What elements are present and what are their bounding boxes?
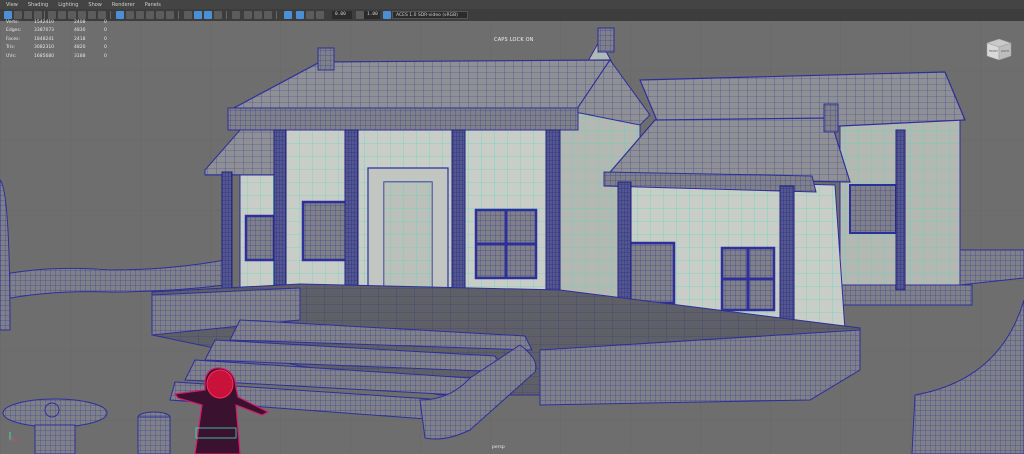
- window-left[interactable]: [301, 200, 351, 262]
- view-cube-right-label: RIGHT: [1001, 49, 1010, 53]
- maya-viewport-window: View Shading Lighting Show Renderer Pane…: [0, 0, 1024, 454]
- hud-value: 0: [104, 19, 107, 25]
- porch-pillar[interactable]: [221, 171, 233, 308]
- hud-label: Tris:: [6, 45, 16, 51]
- menu-show[interactable]: Show: [88, 2, 102, 8]
- window-annex-left[interactable]: [628, 241, 676, 305]
- antialiasing-icon[interactable]: [232, 11, 240, 19]
- textured-icon[interactable]: [156, 11, 164, 19]
- ambient-occlusion-icon[interactable]: [214, 11, 222, 19]
- hud-value: 2408: [74, 19, 86, 25]
- hud-value: 0: [104, 45, 107, 51]
- menu-renderer[interactable]: Renderer: [112, 2, 135, 8]
- menu-view[interactable]: View: [6, 2, 18, 8]
- hud-row-verts: Verts: 1542410 2408 0: [6, 18, 114, 27]
- caps-lock-indicator: CAPS LOCK ON: [494, 37, 534, 43]
- hud-label: Verts:: [6, 19, 19, 25]
- motion-blur-icon[interactable]: [244, 11, 252, 19]
- hud-label: UVs:: [6, 53, 17, 59]
- gamma-toggle-icon[interactable]: [356, 11, 364, 19]
- magnify-icon[interactable]: [254, 11, 262, 19]
- hud-row-tris: Tris: 3082310 4820 0: [6, 44, 114, 53]
- hud-label: Faces:: [6, 36, 21, 42]
- menu-shading[interactable]: Shading: [28, 2, 48, 8]
- toolbar-separator: [178, 11, 179, 19]
- hud-value: 1685680: [34, 53, 55, 59]
- isolate-select-icon[interactable]: [204, 11, 212, 19]
- hud-value: 3188: [74, 53, 86, 59]
- smooth-shade-icon[interactable]: [126, 11, 134, 19]
- hud-value: 3387073: [34, 28, 55, 34]
- hud-value: 1542410: [34, 19, 55, 25]
- hud-value: 0: [104, 28, 107, 34]
- view-cube-front-label: FRONT: [989, 49, 998, 53]
- wireframe-icon[interactable]: [116, 11, 124, 19]
- exposure-icon[interactable]: [296, 11, 304, 19]
- menu-lighting[interactable]: Lighting: [58, 2, 78, 8]
- gamma-field[interactable]: 1.00: [364, 11, 380, 19]
- hud-row-uvs: UVs: 1685680 3188 0: [6, 52, 114, 61]
- barrel[interactable]: [137, 411, 171, 454]
- toolbar-separator: [276, 11, 277, 19]
- wireframe-on-shaded-icon[interactable]: [146, 11, 154, 19]
- default-material-icon[interactable]: [136, 11, 144, 19]
- view-cube[interactable]: FRONT RIGHT: [985, 35, 1013, 61]
- hud-label: Edges:: [6, 28, 22, 34]
- camera-name-label: persp: [492, 445, 505, 450]
- panel-menu-bar: View Shading Lighting Show Renderer Pane…: [0, 0, 1024, 9]
- color-management-icon[interactable]: [316, 11, 324, 19]
- view-transform-icon[interactable]: [383, 11, 391, 19]
- hud-value: 3082310: [34, 45, 55, 51]
- viewport-canvas[interactable]: [0, 21, 1024, 454]
- view-transform-dropdown[interactable]: ACES 1.0 SDR-video (sRGB): [392, 11, 468, 19]
- hud-value: 4830: [74, 28, 86, 34]
- hud-value: 2418: [74, 36, 86, 42]
- hud-value: 0: [104, 53, 107, 59]
- menu-panels[interactable]: Panels: [145, 2, 161, 8]
- shadows-icon[interactable]: [184, 11, 192, 19]
- xray-joints-icon[interactable]: [284, 11, 292, 19]
- xray-icon[interactable]: [194, 11, 202, 19]
- window-far-left[interactable]: [244, 214, 276, 262]
- depth-of-field-icon[interactable]: [264, 11, 272, 19]
- hud-row-edges: Edges: 3387073 4830 0: [6, 27, 114, 36]
- use-all-lights-icon[interactable]: [166, 11, 174, 19]
- hud-row-faces: Faces: 1848241 2418 0: [6, 35, 114, 44]
- porch-pillar[interactable]: [273, 129, 287, 309]
- hud-value: 4820: [74, 45, 86, 51]
- hud-value: 0: [104, 36, 107, 42]
- toolbar-separator: [226, 11, 227, 19]
- hud-value: 1848241: [34, 36, 55, 42]
- gamma-icon[interactable]: [306, 11, 314, 19]
- exposure-field[interactable]: 0.00: [332, 11, 352, 19]
- poly-count-hud: Verts: 1542410 2408 0 Edges: 3387073 483…: [6, 18, 114, 61]
